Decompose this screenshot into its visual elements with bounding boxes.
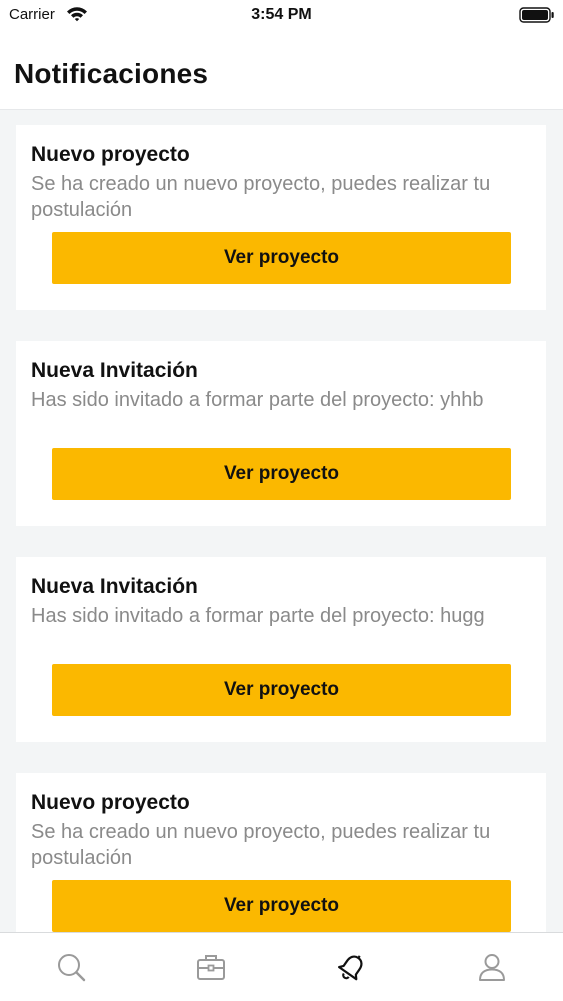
tab-projects[interactable] [191,947,231,987]
search-icon [56,952,86,982]
tab-bar [0,932,563,1001]
battery-icon [519,7,555,23]
tab-notifications[interactable] [332,947,372,987]
notification-message: Se ha creado un nuevo proyecto, puedes r… [31,821,491,869]
briefcase-icon [196,953,226,981]
notification-message: Has sido invitado a formar parte del pro… [31,605,485,627]
notification-card: Nueva Invitación Has sido invitado a for… [16,557,546,742]
notification-card: Nuevo proyecto Se ha creado un nuevo pro… [16,125,546,310]
status-time: 3:54 PM [251,6,312,23]
notification-card: Nuevo proyecto Se ha creado un nuevo pro… [16,773,546,932]
tab-profile[interactable] [472,947,512,987]
notification-title: Nueva Invitación [31,575,198,598]
view-project-button[interactable]: Ver proyecto [52,232,511,284]
notification-title: Nuevo proyecto [31,791,190,814]
status-bar: Carrier 3:54 PM [0,0,563,30]
user-icon [477,952,507,982]
page-title: Notificaciones [14,58,209,89]
bell-icon [337,952,367,982]
view-project-button[interactable]: Ver proyecto [52,448,511,500]
view-project-button[interactable]: Ver proyecto [52,664,511,716]
page-header: Notificaciones [0,30,563,110]
notification-title: Nuevo proyecto [31,143,190,166]
notification-title: Nueva Invitación [31,359,198,382]
view-project-button[interactable]: Ver proyecto [52,880,511,932]
notification-message: Has sido invitado a formar parte del pro… [31,389,484,411]
notification-card: Nueva Invitación Has sido invitado a for… [16,341,546,526]
notification-list[interactable]: Nuevo proyecto Se ha creado un nuevo pro… [0,110,563,932]
notification-message: Se ha creado un nuevo proyecto, puedes r… [31,173,491,221]
tab-search[interactable] [51,947,91,987]
